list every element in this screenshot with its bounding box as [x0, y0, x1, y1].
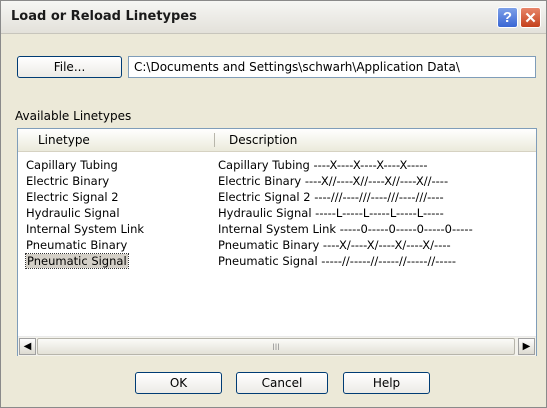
dialog-window: Load or Reload Linetypes ? ✕ File... C:\…	[0, 0, 547, 408]
linetype-description: Internal System Link -----0-----0-----0-…	[218, 222, 473, 236]
help-icon[interactable]: ?	[497, 7, 518, 28]
scroll-thumb[interactable]: III	[37, 338, 515, 355]
file-path-field[interactable]: C:\Documents and Settings\schwarh\Applic…	[128, 56, 536, 78]
help-button[interactable]: Help	[343, 372, 430, 394]
file-button[interactable]: File...	[17, 56, 122, 78]
close-icon[interactable]: ✕	[520, 7, 541, 28]
list-item[interactable]: Pneumatic Binary Pneumatic Binary ----X/…	[18, 237, 536, 253]
list-item[interactable]: Internal System Link Internal System Lin…	[18, 221, 536, 237]
column-divider[interactable]	[214, 133, 215, 147]
list-item[interactable]: Electric Binary Electric Binary ----X//-…	[18, 173, 536, 189]
list-rows: Capillary Tubing Capillary Tubing ----X-…	[18, 157, 536, 269]
linetype-description: Pneumatic Binary ----X/----X/----X/----X…	[218, 238, 451, 252]
linetype-list[interactable]: Linetype Description Capillary Tubing Ca…	[17, 128, 537, 356]
linetype-name: Internal System Link	[26, 222, 145, 236]
list-item-selected[interactable]: Pneumatic Signal Pneumatic Signal -----/…	[18, 253, 536, 269]
cancel-button[interactable]: Cancel	[236, 372, 328, 394]
linetype-description: Electric Binary ----X//----X//----X//---…	[218, 174, 449, 188]
linetype-description: Capillary Tubing ----X----X----X----X---…	[218, 158, 428, 172]
linetype-name: Hydraulic Signal	[26, 206, 120, 220]
dialog-title: Load or Reload Linetypes	[11, 9, 197, 24]
column-header-linetype[interactable]: Linetype	[38, 133, 90, 147]
linetype-name: Pneumatic Signal	[25, 253, 129, 269]
ok-button[interactable]: OK	[135, 372, 222, 394]
horizontal-scrollbar[interactable]: ◀ III ▶	[18, 336, 536, 356]
linetype-description: Hydraulic Signal -----L-----L-----L-----…	[218, 206, 444, 220]
title-bar[interactable]: Load or Reload Linetypes ? ✕	[1, 1, 546, 34]
linetype-name: Electric Signal 2	[26, 190, 119, 204]
linetype-name: Electric Binary	[26, 174, 110, 188]
scroll-left-icon[interactable]: ◀	[19, 338, 36, 355]
column-header-description[interactable]: Description	[229, 133, 297, 147]
list-header: Linetype Description	[18, 129, 536, 152]
list-item[interactable]: Capillary Tubing Capillary Tubing ----X-…	[18, 157, 536, 173]
linetype-description: Electric Signal 2 ----///----///----///-…	[218, 190, 444, 204]
list-item[interactable]: Electric Signal 2 Electric Signal 2 ----…	[18, 189, 536, 205]
linetype-name: Pneumatic Binary	[26, 238, 128, 252]
list-item[interactable]: Hydraulic Signal Hydraulic Signal -----L…	[18, 205, 536, 221]
scroll-right-icon[interactable]: ▶	[518, 338, 535, 355]
linetype-name: Capillary Tubing	[26, 158, 118, 172]
available-linetypes-label: Available Linetypes	[15, 109, 132, 123]
linetype-description: Pneumatic Signal -----//-----//-----//--…	[218, 254, 457, 268]
